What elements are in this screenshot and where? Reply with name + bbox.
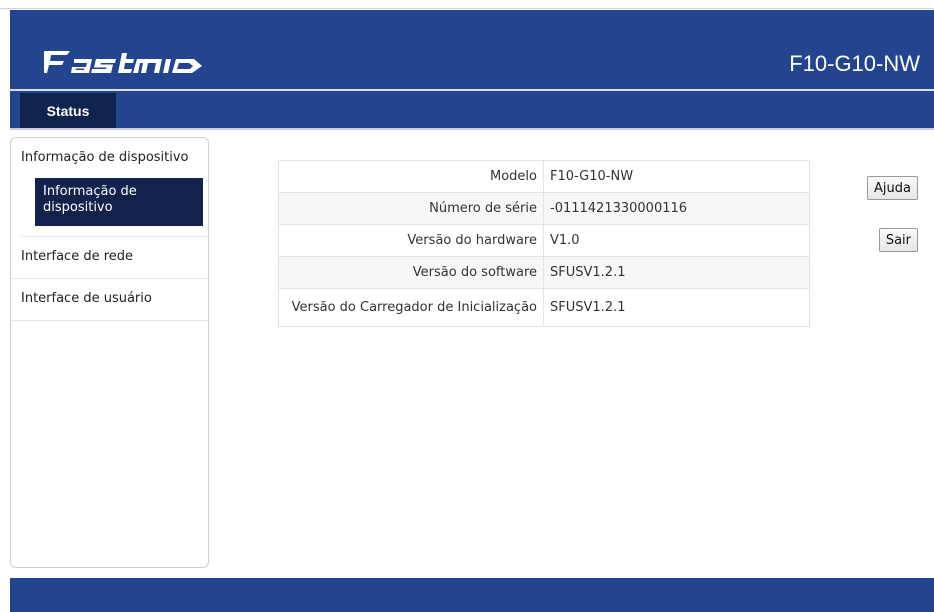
footer-bar (10, 578, 934, 612)
header-bar: F10-G10-NW Status (10, 10, 934, 128)
row-label-hardware: Versão do hardware (278, 224, 544, 257)
row-value-model: F10-G10-NW (543, 160, 810, 193)
table-row: Versão do hardware V1.0 (278, 224, 810, 257)
row-value-bootloader: SFUSV1.2.1 (543, 288, 810, 327)
row-label-model: Modelo (278, 160, 544, 193)
sidebar-section-device-info[interactable]: Informação de dispositivo (11, 138, 208, 168)
table-row: Número de série -0111421330000116 (278, 192, 810, 225)
row-label-serial: Número de série (278, 192, 544, 225)
help-button[interactable]: Ajuda (867, 176, 918, 200)
table-row: Versão do software SFUSV1.2.1 (278, 256, 810, 289)
row-label-software: Versão do software (278, 256, 544, 289)
row-value-serial: -0111421330000116 (543, 192, 810, 225)
table-row: Modelo F10-G10-NW (278, 160, 810, 193)
fastnio-logo (44, 51, 202, 73)
header-divider (10, 89, 934, 91)
row-value-hardware: V1.0 (543, 224, 810, 257)
device-info-table: Modelo F10-G10-NW Número de série -01114… (278, 160, 810, 327)
row-value-software: SFUSV1.2.1 (543, 256, 810, 289)
device-model-title: F10-G10-NW (789, 51, 920, 76)
table-row: Versão do Carregador de Inicialização SF… (278, 288, 810, 327)
sidebar-item-user-interface[interactable]: Interface de usuário (11, 279, 208, 321)
top-border (0, 0, 934, 9)
sidebar: Informação de dispositivo Informação de … (10, 137, 209, 568)
row-label-bootloader: Versão do Carregador de Inicialização (278, 288, 544, 327)
exit-button[interactable]: Sair (878, 228, 918, 252)
separator (10, 128, 934, 130)
sidebar-item-device-info[interactable]: Informação de dispositivo (35, 178, 203, 226)
tab-status[interactable]: Status (20, 93, 116, 128)
sidebar-item-network-interface[interactable]: Interface de rede (11, 237, 208, 279)
